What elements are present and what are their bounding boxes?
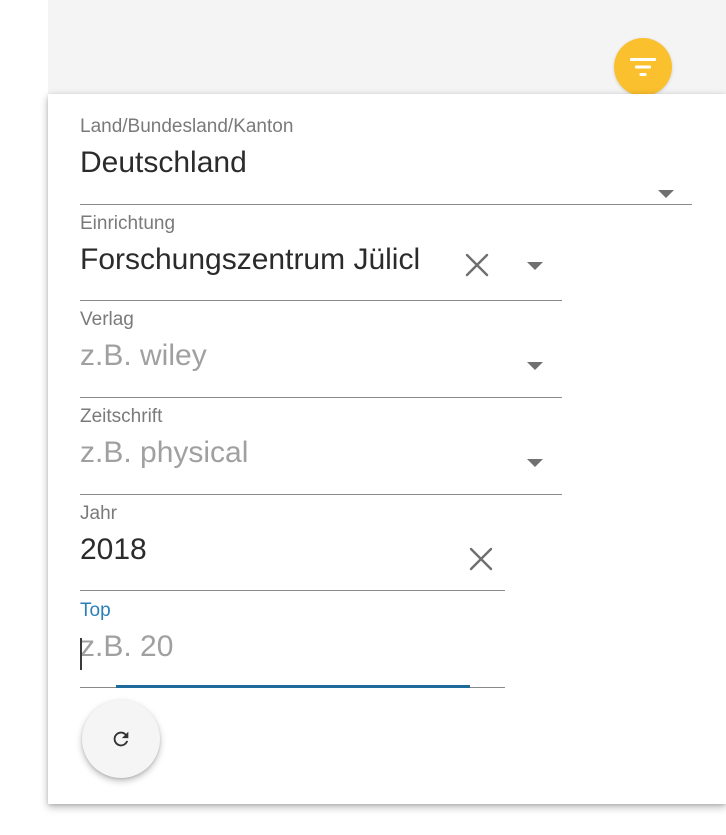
country-label: Land/Bundesland/Kanton [80,116,294,137]
publisher-underline [80,397,562,398]
close-icon[interactable] [467,545,495,573]
institution-select[interactable]: Einrichtung Forschungszentrum Jülicl [80,213,562,303]
refresh-icon [113,731,129,747]
journal-input[interactable]: z.B. physical [80,436,500,470]
institution-value: Forschungszentrum Jülicl [80,243,421,276]
close-icon[interactable] [463,251,491,279]
text-caret [80,638,82,670]
institution-underline [80,300,562,301]
journal-label: Zeitschrift [80,406,163,427]
year-input[interactable]: 2018 [80,533,440,567]
top-field[interactable]: Top z.B. 20 [80,600,505,692]
dropdown-arrow-icon[interactable] [527,362,543,370]
year-field[interactable]: Jahr 2018 [80,503,505,593]
top-focus-indicator [116,685,470,688]
publisher-input[interactable]: z.B. wiley [80,339,500,373]
dropdown-arrow-icon[interactable] [658,190,674,198]
year-label: Jahr [80,503,117,524]
journal-underline [80,494,562,495]
dropdown-arrow-icon[interactable] [527,459,543,467]
filter-icon [630,58,656,76]
year-underline [80,590,505,591]
country-underline [80,204,692,205]
country-select[interactable]: Land/Bundesland/Kanton Deutschland [80,116,692,206]
publisher-select[interactable]: Verlag z.B. wiley [80,309,562,399]
dropdown-arrow-icon[interactable] [527,262,543,270]
filter-panel: Land/Bundesland/Kanton Deutschland Einri… [48,94,726,804]
country-value: Deutschland [80,146,247,179]
institution-label: Einrichtung [80,213,176,234]
top-input[interactable]: z.B. 20 [80,630,460,664]
top-label: Top [80,600,111,621]
publisher-label: Verlag [80,309,134,330]
filter-toggle-button[interactable] [614,38,672,96]
refresh-button[interactable] [82,700,160,778]
journal-select[interactable]: Zeitschrift z.B. physical [80,406,562,496]
